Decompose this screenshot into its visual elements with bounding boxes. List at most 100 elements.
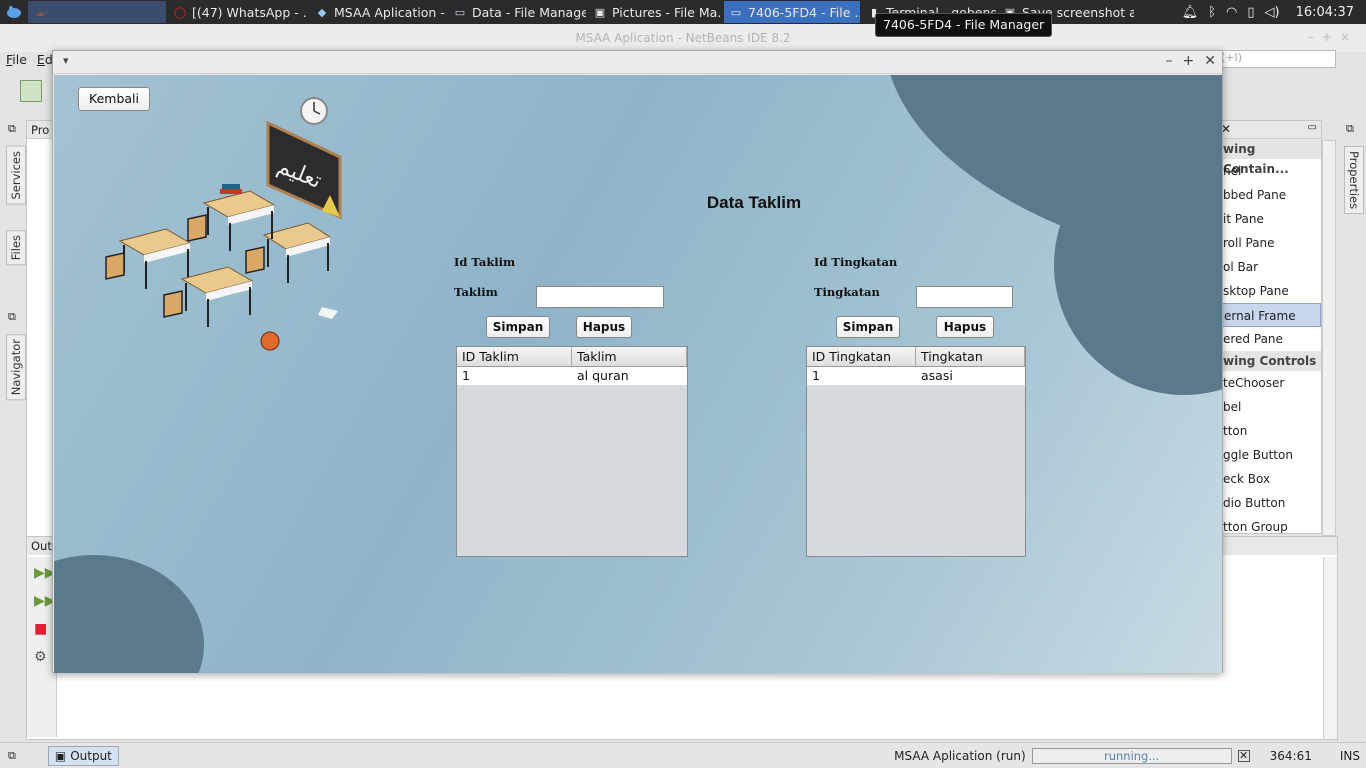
palette-item[interactable]: eck Box [1219,467,1321,491]
table-cell[interactable]: al quran [572,367,687,385]
column-header-tingkatan[interactable]: Tingkatan [916,347,1025,366]
palette-item[interactable]: ol Bar [1219,255,1321,279]
palette-header: ✕ ▭ [1219,121,1321,139]
palette-item[interactable]: bel [1219,395,1321,419]
ide-toolbar [0,72,60,112]
minimize-icon[interactable]: ▭ [1308,122,1317,133]
tingkatan-table: ID Tingkatan Tingkatan 1 asasi [806,346,1026,557]
palette-scrollbar[interactable] [1322,140,1336,536]
column-header-id-tingkatan[interactable]: ID Tingkatan [807,347,916,366]
menu-file[interactable]: File [6,52,27,68]
frame-titlebar[interactable]: ▾ – + ✕ [53,51,1222,74]
taskbar-tooltip: 7406-5FD4 - File Manager [875,13,1053,37]
ide-menubar: File Ed [0,52,53,68]
palette-item-selected[interactable]: ernal Frame [1219,303,1321,327]
table-header: ID Taklim Taklim [457,347,687,367]
table-cell[interactable]: 1 [807,367,916,385]
hapus-tingkatan-button[interactable]: Hapus [936,316,994,338]
palette-category-controls[interactable]: wing Controls [1219,351,1321,371]
simpan-tingkatan-button[interactable]: Simpan [836,316,900,338]
stop-icon[interactable]: ■ [34,621,50,637]
table-row[interactable]: 1 al quran [457,367,687,385]
palette-item[interactable]: teChooser [1219,371,1321,395]
column-header-id-taklim[interactable]: ID Taklim [457,347,572,366]
back-button[interactable]: Kembali [78,87,150,111]
background-shape [54,555,204,673]
palette-item[interactable]: bbed Pane [1219,183,1321,207]
rerun-icon[interactable]: ▶▶ [34,565,56,581]
table-cell[interactable]: asasi [916,367,1025,385]
wifi-icon[interactable]: ◠ [1226,5,1237,20]
restore-window-icon[interactable]: ⧉ [1346,122,1354,136]
restore-window-icon[interactable]: ⧉ [8,310,16,324]
page-title: Data Taklim [706,193,802,212]
restore-window-icon[interactable]: ⧉ [8,122,16,136]
battery-icon[interactable]: ▯ [1247,5,1254,20]
task-java-app[interactable]: ☕ [28,1,166,23]
maximize-icon[interactable]: + [1183,53,1195,69]
cancel-run-icon[interactable]: ✕ [1237,749,1250,762]
start-menu-button[interactable] [0,0,28,24]
simpan-taklim-button[interactable]: Simpan [486,316,550,338]
bluetooth-icon[interactable]: ᛒ [1208,5,1216,20]
data-taklim-window: ▾ – + ✕ تعليم Kembali Data Taklim Id Tak… [52,50,1223,673]
task-label: Data - File Manager [472,4,586,20]
tab-files[interactable]: Files [6,230,26,266]
netbeans-icon: ◆ [317,5,327,19]
tab-properties[interactable]: Properties [1344,146,1364,215]
output-label: Output [70,748,112,763]
task-netbeans[interactable]: ◆ MSAA Aplication -... [310,1,446,23]
ide-search-input[interactable]: (+I) [1216,50,1336,68]
tingkatan-label: Tingkatan [814,285,880,299]
minimize-icon[interactable]: – [1166,53,1173,69]
ide-window-controls[interactable]: –+× [1308,30,1358,44]
output-scrollbar[interactable] [1323,557,1337,739]
task-pictures[interactable]: ▣ Pictures - File Ma... [588,1,722,23]
restore-window-icon[interactable]: ⧉ [8,749,16,763]
table-cell[interactable]: 1 [457,367,572,385]
palette-item[interactable]: sktop Pane [1219,279,1321,303]
task-label: MSAA Aplication -... [334,4,446,20]
notification-bell-icon[interactable]: 🔔︎ [1182,5,1199,20]
desk [118,190,332,294]
close-icon[interactable]: ✕ [1204,53,1216,69]
window-menu-icon[interactable]: ▾ [63,54,69,67]
task-whatsapp[interactable]: ◯ [(47) WhatsApp - ... [168,1,308,23]
hapus-taklim-button[interactable]: Hapus [576,316,632,338]
id-taklim-label: Id Taklim [454,255,516,269]
desk-legs [123,207,329,327]
palette-item[interactable]: ggle Button [1219,443,1321,467]
right-side-strip: ⧉ Properties [1340,120,1364,420]
frame-controls: – + ✕ [1166,53,1216,69]
id-tingkatan-label: Id Tingkatan [814,255,898,269]
volume-icon[interactable]: ◁) [1265,5,1280,20]
ide-title: MSAA Aplication - NetBeans IDE 8.2 [0,24,1366,52]
projects-tab[interactable]: Pro [27,121,53,139]
tingkatan-input[interactable] [916,286,1013,308]
task-7406-file-manager[interactable]: ▭ 7406-5FD4 - File ... [724,1,860,23]
tab-services[interactable]: Services [6,146,26,205]
column-header-taklim[interactable]: Taklim [572,347,687,366]
taklim-input[interactable] [536,286,664,308]
palette-item[interactable]: tton [1219,419,1321,443]
folder-icon: ▭ [454,5,466,19]
java-icon: ☕ [35,5,45,19]
camera-icon: ▣ [594,5,606,19]
tab-navigator[interactable]: Navigator [6,334,26,401]
task-label: Pictures - File Ma... [612,4,722,20]
palette-category-containers[interactable]: wing Contain... [1219,139,1321,176]
palette-item[interactable]: roll Pane [1219,231,1321,255]
palette-item[interactable]: dio Button [1219,491,1321,515]
xfce-logo-icon [7,6,21,18]
task-data-file-manager[interactable]: ▭ Data - File Manager [448,1,586,23]
palette-item[interactable]: it Pane [1219,207,1321,231]
clock[interactable]: 16:04:37 [1296,5,1354,20]
output-toggle-button[interactable]: ▣ Output [47,745,119,766]
settings-icon[interactable]: ⚙ [34,649,50,665]
new-project-icon[interactable] [20,80,42,102]
palette-item[interactable]: tton Group [1219,515,1321,533]
rerun-with-options-icon[interactable]: ▶▶ [34,593,56,609]
palette-item[interactable]: ered Pane [1219,327,1321,351]
menu-edit[interactable]: Ed [37,52,53,68]
table-row[interactable]: 1 asasi [807,367,1025,385]
